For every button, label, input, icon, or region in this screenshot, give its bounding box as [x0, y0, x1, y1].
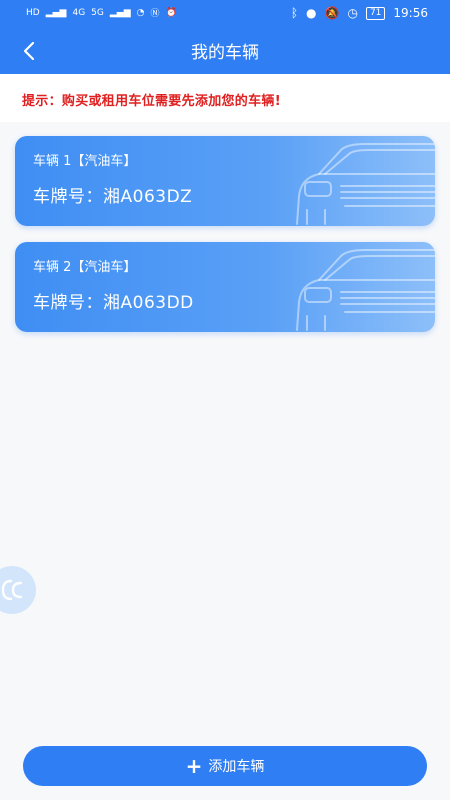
- add-vehicle-button[interactable]: + 添加车辆: [23, 746, 427, 786]
- vehicle-card[interactable]: 车辆 2【汽油车】 车牌号：湘A063DD: [15, 242, 435, 332]
- car-watermark-icon: [296, 143, 435, 225]
- signal-icon: ▂▄▆: [45, 7, 67, 18]
- car-watermark-icon: [296, 249, 435, 331]
- network-4g-label: 4G: [72, 7, 86, 18]
- signal-icon: ▂▄▆: [109, 7, 131, 18]
- status-right: ᛒ ● 🔕 ◷ 71 19:56: [291, 6, 428, 20]
- hd-label: HD: [26, 7, 40, 18]
- nfc-icon: Ⓝ: [150, 9, 160, 19]
- mute-icon: 🔕: [324, 6, 340, 20]
- status-bar: HD ▂▄▆ 4G 5G ▂▄▆ ◔ Ⓝ ⏰ ᛒ ● 🔕 ◷ 71 19:56: [0, 0, 450, 28]
- clock: 19:56: [393, 6, 428, 20]
- page-title: 我的车辆: [191, 43, 259, 63]
- app-header: HD ▂▄▆ 4G 5G ▂▄▆ ◔ Ⓝ ⏰ ᛒ ● 🔕 ◷ 71 19:56 …: [0, 0, 450, 74]
- vehicle-plate: 车牌号：湘A063DZ: [33, 187, 193, 207]
- alarm-icon: ⏰: [165, 7, 177, 18]
- floating-assistant-button[interactable]: [0, 566, 36, 614]
- status-left: HD ▂▄▆ 4G 5G ▂▄▆ ◔ Ⓝ ⏰: [26, 6, 177, 20]
- vehicle-title: 车辆 1【汽油车】: [33, 154, 137, 169]
- add-vehicle-label: 添加车辆: [208, 759, 265, 775]
- location-icon: ●: [306, 6, 317, 20]
- vehicle-plate: 车牌号：湘A063DD: [33, 293, 194, 313]
- network-5g-label: 5G: [91, 7, 104, 18]
- vehicle-card[interactable]: 车辆 1【汽油车】 车牌号：湘A063DZ: [15, 136, 435, 226]
- notice-banner: 提示：购买或租用车位需要先添加您的车辆!: [0, 74, 450, 122]
- plus-icon: +: [185, 754, 203, 778]
- battery-indicator: 71: [365, 6, 386, 20]
- vehicle-title: 车辆 2【汽油车】: [33, 260, 137, 275]
- bluetooth-icon: ᛒ: [290, 6, 299, 20]
- title-bar: 我的车辆: [0, 28, 450, 74]
- wifi-icon: ◔: [136, 7, 145, 18]
- speed-icon: ◷: [347, 6, 358, 20]
- assistant-icon: [1, 579, 23, 601]
